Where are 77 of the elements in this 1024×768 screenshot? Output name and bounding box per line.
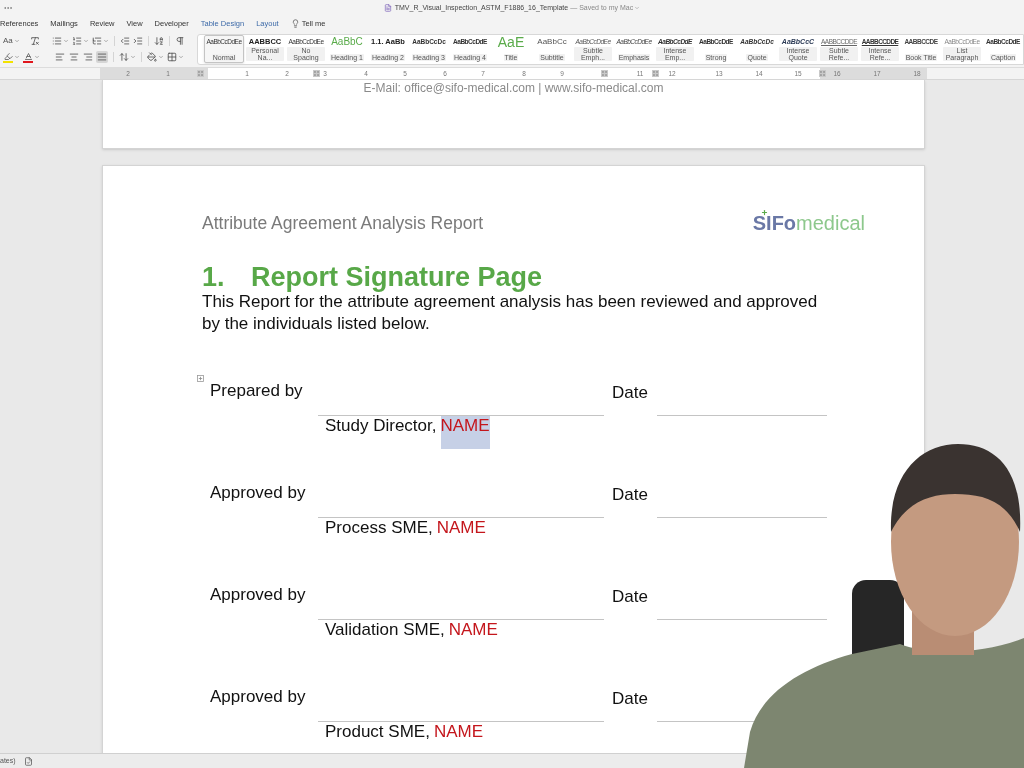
highlight-button[interactable] [3, 51, 20, 63]
caret-icon [82, 38, 89, 44]
column-marker-icon[interactable] [819, 70, 826, 77]
column-marker-icon[interactable] [601, 70, 608, 77]
date-label: Date [612, 485, 648, 505]
caret-icon[interactable] [634, 5, 641, 11]
role-text: Process SME, [325, 518, 433, 538]
paint-bucket-icon [147, 52, 157, 62]
name-text: NAME [436, 518, 486, 538]
borders-icon [167, 52, 177, 62]
role-text: Validation SME, [325, 620, 445, 640]
signature-label: Approved by [210, 686, 306, 706]
table-move-handle-icon[interactable] [197, 375, 204, 382]
date-label: Date [612, 587, 648, 607]
date-label: Date [612, 383, 648, 403]
signature-label: Approved by [210, 482, 306, 502]
caret-icon [158, 54, 164, 60]
column-marker-icon[interactable] [652, 70, 659, 77]
caret-icon [178, 54, 184, 60]
highlighter-icon [3, 51, 13, 63]
line-spacing-icon [119, 52, 129, 62]
font-color-button[interactable] [23, 51, 40, 63]
name-text: NAME [433, 722, 483, 742]
show-formatting-button[interactable] [174, 36, 185, 46]
decrease-indent-button[interactable] [119, 36, 130, 46]
role-text: Product SME, [325, 722, 430, 742]
caret-icon [102, 38, 109, 44]
increase-indent-button[interactable] [132, 36, 143, 46]
bullets-icon [51, 36, 62, 46]
align-right-button[interactable] [82, 51, 94, 63]
align-left-icon [55, 52, 65, 62]
caret-icon [14, 54, 20, 60]
pilcrow-icon [174, 36, 185, 46]
bullets-button[interactable] [51, 36, 69, 46]
numbering-button[interactable] [71, 36, 89, 46]
date-label: Date [612, 689, 648, 709]
sort-button[interactable] [153, 36, 164, 46]
company-logo: SIFomedical [752, 213, 865, 233]
clear-formatting-icon [29, 36, 40, 46]
multilevel-list-button[interactable] [91, 36, 109, 46]
clear-formatting-button[interactable] [29, 36, 40, 46]
name-text: NAME [448, 620, 498, 640]
multilevel-list-icon [91, 36, 102, 46]
lightbulb-icon [290, 19, 300, 28]
align-right-icon [83, 52, 93, 62]
signature-label: Prepared by [210, 380, 303, 400]
borders-button[interactable] [167, 52, 184, 62]
footer-contact-text: E-Mail: office@sifo-medical.com | www.sifo-medical.com [363, 81, 664, 95]
align-left-button[interactable] [54, 51, 66, 63]
name-text: NAME [440, 416, 490, 449]
decrease-indent-icon [119, 36, 130, 46]
font-color-icon [23, 51, 33, 63]
sort-icon [153, 36, 164, 46]
heading-number: 1. [202, 264, 226, 291]
heading-text: Report Signature Page [251, 264, 543, 291]
role-text: Study Director, [325, 416, 437, 436]
column-marker-icon[interactable] [313, 70, 320, 77]
document-icon [383, 4, 392, 12]
caret-icon [34, 54, 40, 60]
caret-icon [62, 38, 69, 44]
signature-label: Approved by [210, 584, 306, 604]
column-marker-icon[interactable] [197, 70, 204, 77]
intro-paragraph: This Report for the attribute agreement analysis has been reviewed and approved by the individuals listed below. [202, 292, 819, 335]
caret-icon [130, 54, 136, 60]
line-spacing-button[interactable] [119, 52, 136, 62]
increase-indent-icon [132, 36, 143, 46]
document-check-icon[interactable] [23, 756, 33, 766]
justify-icon [97, 52, 107, 62]
plus-icon [760, 209, 768, 216]
shading-button[interactable] [147, 52, 164, 62]
numbering-icon [71, 36, 82, 46]
align-center-button[interactable] [68, 51, 80, 63]
justify-button[interactable] [96, 51, 108, 63]
align-center-icon [69, 52, 79, 62]
change-case-button[interactable]: Aa [3, 35, 20, 47]
header-title: Attribute Agreement Analysis Report [202, 213, 484, 233]
caret-icon [13, 38, 20, 44]
